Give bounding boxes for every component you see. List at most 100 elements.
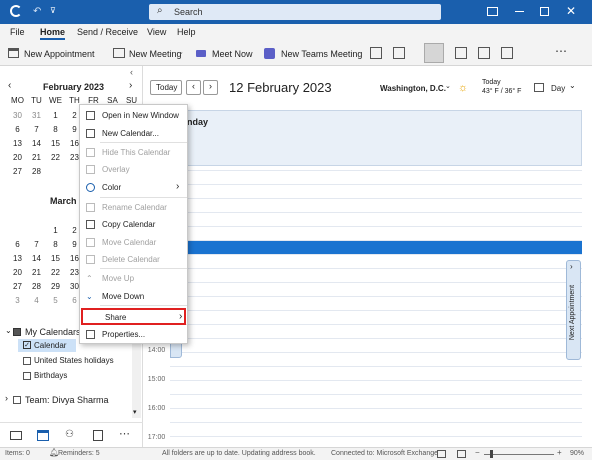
my-calendars-checkbox[interactable]: [13, 328, 21, 336]
mini-calendar-day[interactable]: 6: [8, 240, 27, 249]
people-icon[interactable]: ⚇: [65, 429, 74, 440]
customize-toolbar-icon[interactable]: ⊽: [50, 6, 56, 15]
today-button[interactable]: Today: [150, 80, 182, 95]
team-label[interactable]: Team: Divya Sharma: [25, 395, 109, 405]
month-view-icon[interactable]: [478, 47, 490, 59]
mini-calendar-day[interactable]: 14: [27, 139, 46, 148]
prev-month-icon[interactable]: ‹: [8, 80, 11, 91]
day-view-selected-icon[interactable]: [424, 43, 444, 63]
menu-item-new-calendar[interactable]: New Calendar...: [80, 126, 187, 142]
holidays-checkbox[interactable]: [23, 357, 31, 365]
mini-calendar-day[interactable]: 28: [27, 282, 46, 291]
next-appointment-tab[interactable]: › Next Appointment: [566, 260, 581, 360]
calendar-view-icon[interactable]: [534, 83, 544, 92]
mini-calendar-day[interactable]: 1: [46, 111, 65, 120]
menu-item-copy-calendar[interactable]: Copy Calendar: [80, 217, 187, 233]
schedule-view-icon[interactable]: [501, 47, 513, 59]
tab-home[interactable]: Home: [40, 27, 66, 40]
time-slot-line: [170, 254, 582, 255]
mini-calendar-day[interactable]: 22: [46, 153, 65, 162]
holidays-label[interactable]: United States holidays: [34, 356, 114, 365]
mini-calendar-day[interactable]: 21: [27, 268, 46, 277]
mini-calendar-day[interactable]: 27: [8, 282, 27, 291]
calendar-checkbox[interactable]: ✓: [23, 341, 31, 349]
meet-now-button[interactable]: Meet Now: [212, 49, 253, 59]
next-month-icon[interactable]: ›: [129, 80, 132, 91]
prev-day-button[interactable]: ‹: [186, 80, 201, 95]
mini-calendar-day[interactable]: 29: [46, 282, 65, 291]
present-icon[interactable]: [487, 7, 498, 16]
mini-calendar-day[interactable]: 7: [27, 240, 46, 249]
my-calendars-label[interactable]: My Calendars: [25, 327, 81, 337]
maximize-button[interactable]: [540, 7, 549, 16]
mini-calendar-day[interactable]: 13: [8, 254, 27, 263]
tasks-icon[interactable]: [93, 430, 103, 441]
mini-calendar-day[interactable]: 4: [27, 296, 46, 305]
mini-calendar-day[interactable]: 31: [27, 111, 46, 120]
mini-calendar-day[interactable]: 5: [46, 296, 65, 305]
close-button[interactable]: ✕: [566, 4, 576, 18]
mini-calendar-day[interactable]: 27: [8, 167, 27, 176]
reading-view-icon[interactable]: [457, 450, 466, 458]
tab-send-receive[interactable]: Send / Receive: [77, 27, 138, 37]
normal-view-icon[interactable]: [437, 450, 446, 458]
mini-calendar-day[interactable]: 7: [27, 125, 46, 134]
team-chevron-icon[interactable]: ›: [5, 393, 8, 403]
new-meeting-button[interactable]: New Meeting: [129, 49, 182, 59]
mini-calendar-day[interactable]: 14: [27, 254, 46, 263]
scroll-down-icon[interactable]: ▾: [133, 408, 137, 416]
more-options-icon[interactable]: ⋯: [555, 44, 567, 58]
mini-calendar-day[interactable]: 1: [46, 226, 65, 235]
mini-calendar-day[interactable]: 20: [8, 153, 27, 162]
zoom-out-icon[interactable]: −: [475, 448, 480, 457]
new-teams-meeting-button[interactable]: New Teams Meeting: [281, 49, 362, 59]
reminders-count[interactable]: Reminders: 5: [58, 450, 100, 457]
tab-help[interactable]: Help: [177, 27, 196, 37]
menu-item-properties[interactable]: Properties...: [80, 327, 187, 343]
mini-calendar-day[interactable]: 30: [8, 111, 27, 120]
mini-calendar-day[interactable]: 22: [46, 268, 65, 277]
birthdays-checkbox[interactable]: [23, 372, 31, 380]
next-day-button[interactable]: ›: [203, 80, 218, 95]
zoom-thumb[interactable]: [490, 450, 493, 458]
minimize-button[interactable]: [515, 11, 524, 12]
mini-calendar-day[interactable]: 21: [27, 153, 46, 162]
view-selector[interactable]: Day: [551, 84, 565, 93]
menu-item-color[interactable]: Color ›: [80, 180, 187, 196]
sync-icon[interactable]: [10, 5, 22, 17]
mini-calendar-day[interactable]: 6: [8, 125, 27, 134]
mini-calendar-day[interactable]: 8: [46, 125, 65, 134]
week-view-icon[interactable]: [455, 47, 467, 59]
zoom-slider[interactable]: [484, 454, 554, 455]
more-apps-icon[interactable]: ⋯: [119, 427, 130, 440]
mini-calendar-day[interactable]: 3: [8, 296, 27, 305]
weather-location[interactable]: Washington, D.C.: [380, 84, 446, 93]
menu-item-share[interactable]: Share ›: [81, 308, 186, 325]
team-checkbox[interactable]: [13, 396, 21, 404]
location-dropdown-icon[interactable]: ⌄: [445, 82, 451, 90]
menu-item-move-down[interactable]: ⌄ Move Down: [80, 289, 187, 305]
view-dropdown-icon[interactable]: ⌄: [569, 81, 576, 90]
zoom-in-icon[interactable]: +: [557, 448, 562, 457]
mini-calendar-day[interactable]: 13: [8, 139, 27, 148]
search-box[interactable]: ⌕ Search: [149, 4, 441, 20]
mini-calendar-day[interactable]: 8: [46, 240, 65, 249]
mini-calendar-day[interactable]: 28: [27, 167, 46, 176]
mini-calendar-day[interactable]: 15: [46, 139, 65, 148]
undo-icon[interactable]: ↶: [33, 6, 41, 17]
calendar-module-icon[interactable]: [37, 430, 49, 441]
mini-calendar-day[interactable]: 20: [8, 268, 27, 277]
work-week-view-icon[interactable]: [393, 47, 405, 59]
collapse-chevron-icon[interactable]: ‹: [130, 67, 133, 77]
tab-view[interactable]: View: [147, 27, 166, 37]
day-grid[interactable]: [170, 166, 582, 447]
my-calendars-chevron-icon[interactable]: ⌄: [5, 326, 12, 335]
mail-icon[interactable]: [10, 431, 22, 440]
tab-file[interactable]: File: [10, 27, 25, 37]
new-meeting-dropdown-icon[interactable]: ⌄: [178, 48, 184, 56]
menu-item-open-in-new-window[interactable]: Open in New Window: [80, 108, 187, 124]
day-view-icon[interactable]: [370, 47, 382, 59]
mini-calendar-day[interactable]: 15: [46, 254, 65, 263]
new-appointment-button[interactable]: New Appointment: [24, 49, 95, 59]
birthdays-label[interactable]: Birthdays: [34, 371, 67, 380]
